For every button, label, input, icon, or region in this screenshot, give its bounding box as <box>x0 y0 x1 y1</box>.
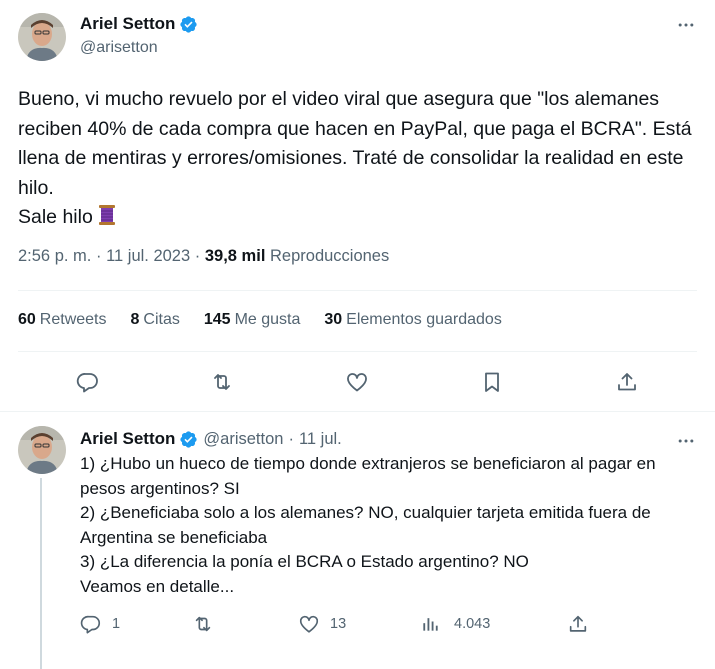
tweet-body: Bueno, vi mucho revuelo por el video vir… <box>18 88 692 228</box>
like-icon <box>347 373 367 392</box>
reply-count: 1 <box>112 616 121 632</box>
views-count: 39,8 mil <box>204 247 266 265</box>
tweet-text: 1) ¿Hubo un hueco de tiempo donde extran… <box>80 454 656 596</box>
more-icon <box>678 23 694 27</box>
share-icon <box>618 373 636 391</box>
retweet-icon <box>214 374 230 390</box>
meta-separator: · <box>288 429 294 448</box>
author-handle[interactable]: @arisetton <box>80 39 158 57</box>
retweets-stat[interactable]: 60 Retweets <box>18 311 107 329</box>
analytics-icon <box>423 618 438 631</box>
verified-badge-icon[interactable] <box>179 15 198 34</box>
retweet-button[interactable] <box>204 364 240 400</box>
bookmarks-stat[interactable]: 30 Elementos guardados <box>324 311 501 329</box>
tweet-stats: 60 Retweets 8 Citas 145 Me gusta 30 Elemento… <box>18 311 526 329</box>
like-button[interactable] <box>339 364 375 400</box>
reply-button[interactable] <box>70 364 106 400</box>
avatar[interactable] <box>18 13 66 61</box>
bookmarks-label: Elementos guardados <box>346 311 502 328</box>
retweet-button[interactable] <box>192 608 224 640</box>
author-name-row: Ariel Setton @arisetton · 11 jul. <box>80 429 342 449</box>
quotes-count: 8 <box>130 311 140 328</box>
tweet-meta: 2:56 p. m. · 11 jul. 2023 · 39,8 mil Rep… <box>18 247 389 266</box>
quotes-stat[interactable]: 8 Citas <box>131 311 180 329</box>
share-icon <box>569 615 587 632</box>
meta-separator: · <box>194 247 201 265</box>
more-options-button[interactable] <box>669 8 703 42</box>
divider <box>18 351 697 352</box>
avatar[interactable] <box>18 426 66 474</box>
like-button[interactable]: 13 <box>298 608 346 640</box>
like-count: 13 <box>330 616 347 632</box>
views-button[interactable]: 4.043 <box>420 608 490 640</box>
tweet-date[interactable]: 11 jul. 2023 <box>106 247 190 265</box>
verified-badge-icon[interactable] <box>179 430 198 449</box>
tweet-actions <box>0 364 715 400</box>
divider <box>18 290 697 291</box>
tweet-text: Bueno, vi mucho revuelo por el video vir… <box>18 85 698 236</box>
tweet-time[interactable]: 2:56 p. m. <box>18 247 91 265</box>
author-display-name[interactable]: Ariel Setton <box>80 14 175 34</box>
retweets-label: Retweets <box>39 311 107 328</box>
tweet-date[interactable]: 11 jul. <box>299 430 342 449</box>
views-count: 4.043 <box>454 616 491 632</box>
author-name-row: Ariel Setton <box>80 14 198 34</box>
like-icon <box>299 615 319 633</box>
reply-icon <box>76 373 98 393</box>
quotes-label: Citas <box>143 311 180 328</box>
reply-icon <box>80 615 101 634</box>
bookmark-button[interactable] <box>474 364 510 400</box>
likes-label: Me gusta <box>234 311 301 328</box>
likes-count: 145 <box>203 311 231 328</box>
more-icon <box>678 439 694 443</box>
bookmarks-count: 30 <box>324 311 343 328</box>
tweet-actions: 1 13 4.043 <box>0 608 715 640</box>
bookmark-icon <box>485 372 499 392</box>
thread-line <box>40 478 42 669</box>
likes-stat[interactable]: 145 Me gusta <box>204 311 301 329</box>
spool-of-thread-icon <box>97 204 117 236</box>
retweet-icon <box>195 616 211 632</box>
author-display-name[interactable]: Ariel Setton <box>80 429 175 449</box>
reply-tweet[interactable]: Ariel Setton @arisetton · 11 jul. 1) ¿Hu… <box>0 412 715 669</box>
meta-separator: · <box>95 247 102 265</box>
retweets-count: 60 <box>18 311 36 328</box>
share-button[interactable] <box>567 608 589 640</box>
share-button[interactable] <box>609 364 645 400</box>
main-tweet: Ariel Setton @arisetton Bueno, vi mucho … <box>0 0 715 412</box>
reply-button[interactable]: 1 <box>80 608 120 640</box>
author-handle[interactable]: @arisetton <box>203 430 283 449</box>
views-label: Reproducciones <box>270 247 390 265</box>
